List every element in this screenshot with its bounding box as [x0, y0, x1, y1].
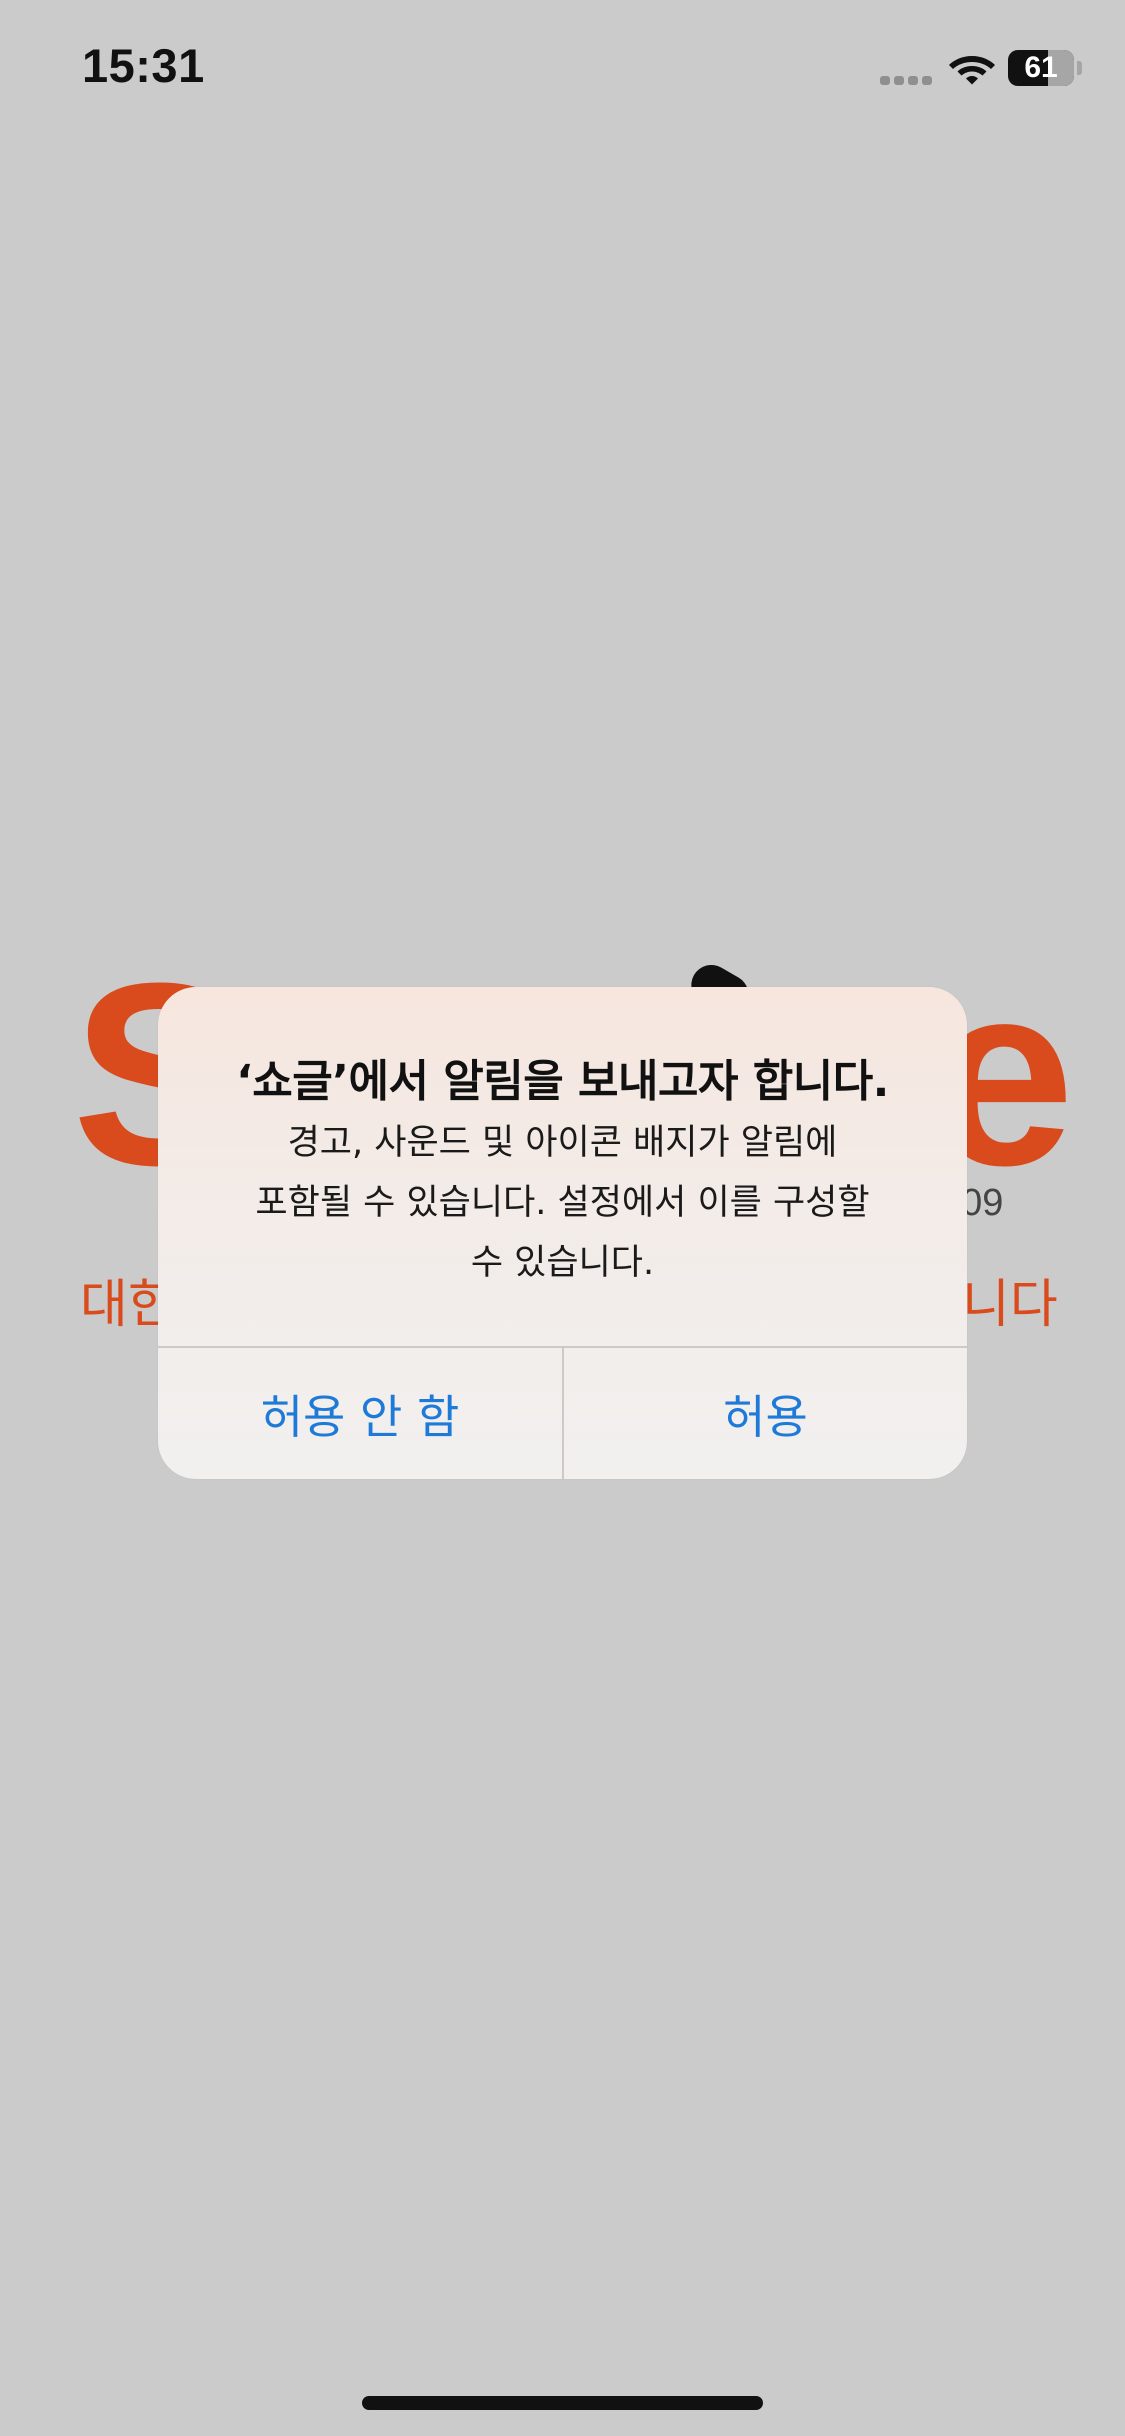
signal-icon	[880, 74, 934, 86]
status-bar: 15:31 61	[0, 0, 1125, 140]
allow-button[interactable]: 허용	[564, 1348, 967, 1479]
dont-allow-button[interactable]: 허용 안 함	[158, 1348, 562, 1479]
splash-tagline-right: 니다	[962, 1275, 1058, 1335]
alert-message-line: 포함될 수 있습니다. 설정에서 이를 구성할	[255, 1183, 870, 1223]
status-time: 15:31	[82, 39, 205, 92]
battery-nub-icon	[1077, 61, 1082, 75]
battery-level-text: 61	[1024, 51, 1058, 84]
alert-message-line: 경고, 사운드 및 아이콘 배지가 알림에	[287, 1123, 838, 1163]
home-indicator[interactable]	[362, 2396, 763, 2410]
alert-message: 경고, 사운드 및 아이콘 배지가 알림에 포함될 수 있습니다. 설정에서 이…	[218, 1113, 907, 1293]
battery-icon: 61	[1008, 50, 1074, 86]
alert-message-line: 수 있습니다.	[470, 1243, 655, 1283]
alert-title: ‘쇼글’에서 알림을 보내고자 합니다.	[236, 1056, 889, 1107]
notification-permission-alert: ‘쇼글’에서 알림을 보내고자 합니다. 경고, 사운드 및 아이콘 배지가 알…	[158, 987, 967, 1479]
wifi-icon	[949, 56, 995, 85]
